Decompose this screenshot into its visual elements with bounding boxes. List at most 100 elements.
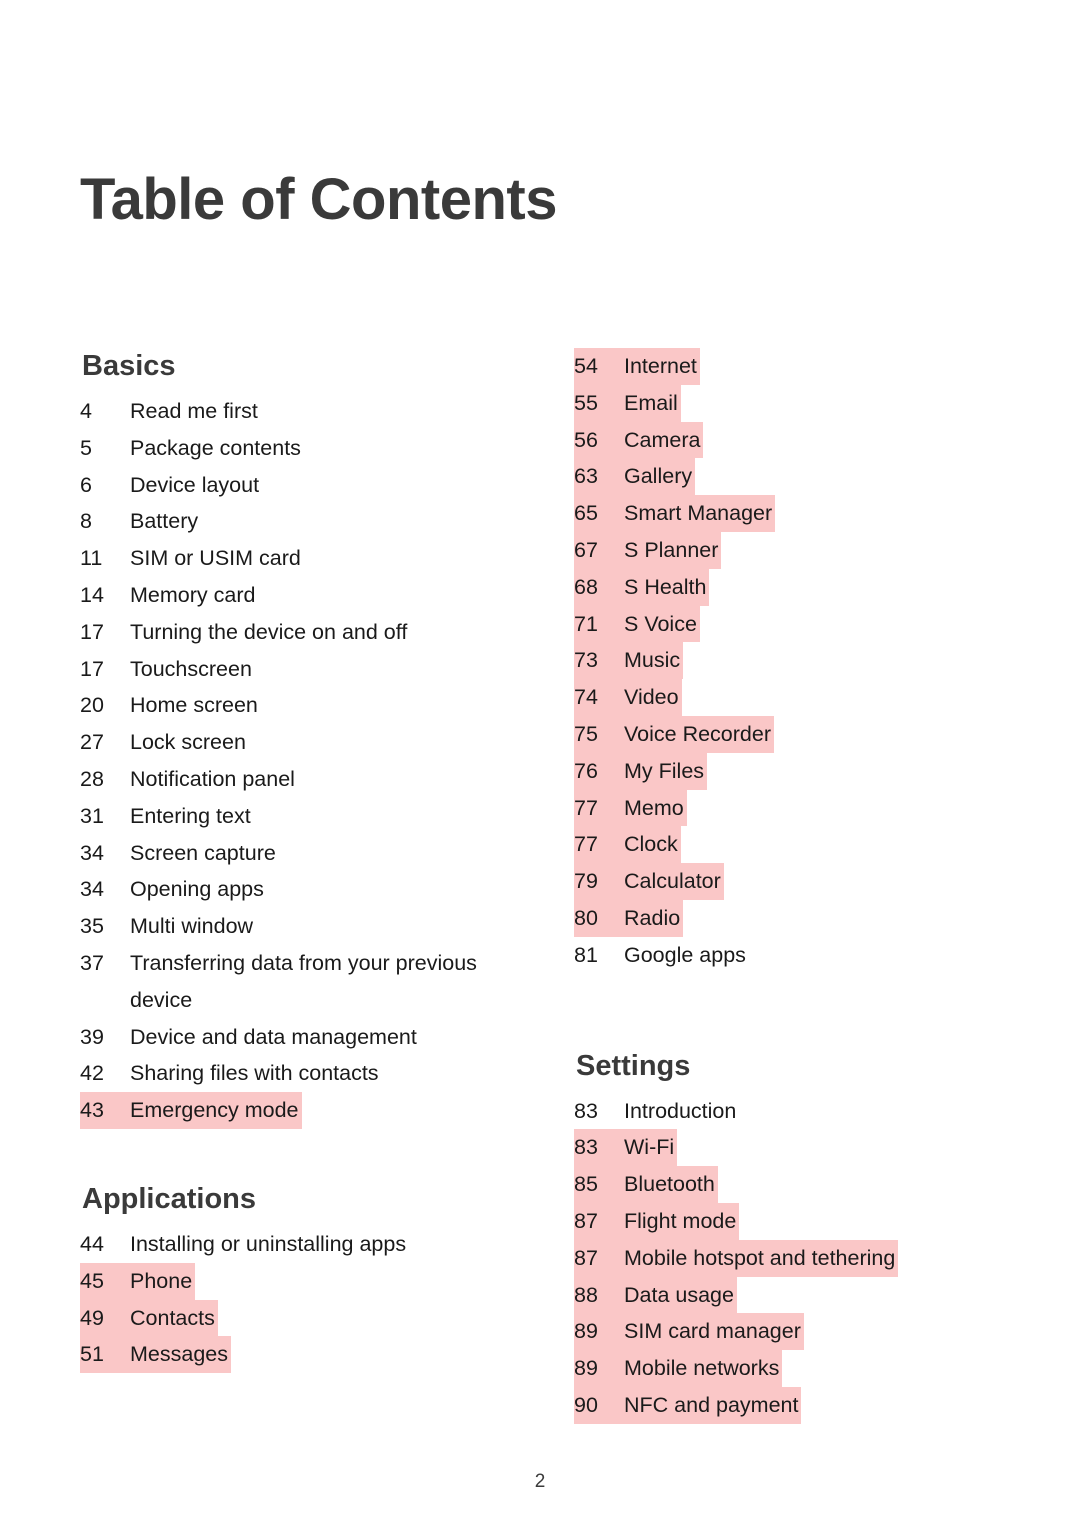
toc-entry-page-number: 87 (574, 1245, 598, 1270)
toc-entry-radio[interactable]: 80 Radio (574, 899, 990, 937)
entry-wrapper: 39 Device and data management (80, 1019, 420, 1056)
toc-entry-label: Memory card (130, 582, 256, 607)
toc-entry-email[interactable]: 55 Email (574, 384, 990, 422)
toc-entry-sim-card-manager[interactable]: 89 SIM card manager (574, 1313, 990, 1351)
toc-entry-wi-fi[interactable]: 83 Wi-Fi (574, 1129, 990, 1167)
highlight-marker: 88 Data usage (574, 1276, 737, 1314)
toc-entry-lock-screen[interactable]: 27 Lock screen (80, 724, 490, 761)
toc-entry-memo[interactable]: 77 Memo (574, 789, 990, 827)
toc-entry-page-number: 83 (574, 1098, 598, 1123)
toc-entry-page-number: 34 (80, 840, 104, 865)
toc-entry-label: Home screen (130, 693, 258, 718)
entry-wrapper: 34 Opening apps (80, 871, 267, 908)
toc-entry-nfc-and-payment[interactable]: 90 NFC and payment (574, 1386, 990, 1424)
highlight-marker: 63 Gallery (574, 458, 696, 496)
highlight-marker: 74 Video (574, 679, 682, 716)
toc-entry-contacts[interactable]: 49 Contacts (80, 1299, 490, 1337)
toc-entry-clock[interactable]: 77 Clock (574, 826, 990, 864)
toc-entry-label: Smart Manager (624, 501, 773, 526)
toc-entry-s-planner[interactable]: 67 S Planner (574, 531, 990, 569)
toc-entry-label: Video (624, 685, 679, 710)
toc-entry-multi-window[interactable]: 35 Multi window (80, 908, 490, 945)
entry-wrapper: 42 Sharing files with contacts (80, 1055, 382, 1092)
toc-entry-calculator[interactable]: 79 Calculator (574, 863, 990, 900)
toc-entry-introduction[interactable]: 83 Introduction (574, 1093, 990, 1130)
section-heading-settings: Settings (574, 1048, 990, 1084)
toc-entry-page-number: 39 (80, 1024, 104, 1049)
toc-entry-phone[interactable]: 45 Phone (80, 1262, 490, 1300)
entry-wrapper: 20 Home screen (80, 687, 261, 724)
toc-entry-package-contents[interactable]: 5 Package contents (80, 430, 490, 467)
toc-entry-emergency-mode[interactable]: 43 Emergency mode (80, 1092, 490, 1129)
toc-entry-camera[interactable]: 56 Camera (574, 421, 990, 459)
entry-wrapper: 34 Screen capture (80, 835, 279, 872)
toc-entry-mobile-hotspot-and-tethering[interactable]: 87 Mobile hotspot and tethering (574, 1239, 990, 1277)
entry-wrapper: 5 Package contents (80, 430, 304, 467)
toc-entry-entering-text[interactable]: 31 Entering text (80, 798, 490, 835)
toc-entry-music[interactable]: 73 Music (574, 642, 990, 680)
toc-entry-video[interactable]: 74 Video (574, 679, 990, 716)
toc-entry-installing-or-uninstalling-apps[interactable]: 44 Installing or uninstalling apps (80, 1226, 490, 1263)
highlight-marker: 75 Voice Recorder (574, 715, 774, 753)
highlight-marker: Settings (574, 1048, 693, 1084)
toc-entry-label: Phone (130, 1268, 193, 1293)
toc-entry-page-number: 34 (80, 877, 104, 902)
toc-entry-page-number: 56 (574, 427, 598, 452)
toc-entry-memory-card[interactable]: 14 Memory card (80, 577, 490, 614)
toc-entry-mobile-networks[interactable]: 89 Mobile networks (574, 1350, 990, 1387)
toc-entry-page-number: 27 (80, 730, 104, 755)
toc-entry-label: Emergency mode (130, 1098, 299, 1123)
toc-entry-label: Calculator (624, 869, 721, 894)
toc-entry-smart-manager[interactable]: 65 Smart Manager (574, 495, 990, 532)
toc-entry-page-number: 83 (574, 1135, 598, 1160)
toc-entry-flight-mode[interactable]: 87 Flight mode (574, 1202, 990, 1240)
toc-entry-label: Multi window (130, 914, 254, 939)
toc-entry-label: Wi-Fi (624, 1135, 675, 1160)
toc-entry-voice-recorder[interactable]: 75 Voice Recorder (574, 715, 990, 753)
toc-entry-label: Contacts (130, 1305, 215, 1330)
highlight-marker: 83 Wi-Fi (574, 1129, 678, 1167)
toc-entry-battery[interactable]: 8 Battery (80, 503, 490, 540)
highlight-marker: 77 Memo (574, 789, 687, 827)
toc-column-left: Basics 4 Read me first 5 Package contents 6 De… (0, 348, 490, 1374)
toc-entry-label: Transferring data from your previous dev… (130, 950, 477, 1012)
toc-entry-turning-the-device-on-and-off[interactable]: 17 Turning the device on and off (80, 614, 490, 651)
toc-entry-screen-capture[interactable]: 34 Screen capture (80, 835, 490, 872)
toc-entry-messages[interactable]: 51 Messages (80, 1336, 490, 1374)
toc-entry-label: Voice Recorder (624, 721, 771, 746)
toc-entry-page-number: 11 (80, 546, 103, 571)
toc-entry-label: Gallery (624, 464, 693, 489)
toc-entry-label: Radio (624, 905, 681, 930)
toc-entry-data-usage[interactable]: 88 Data usage (574, 1276, 990, 1314)
toc-entry-s-health[interactable]: 68 S Health (574, 568, 990, 606)
toc-entry-sim-or-usim-card[interactable]: 11 SIM or USIM card (80, 540, 490, 577)
toc-entry-label: Email (624, 390, 678, 415)
toc-entry-internet[interactable]: 54 Internet (574, 348, 990, 385)
toc-entry-label: Screen capture (130, 840, 276, 865)
entry-wrapper: 6 Device layout (80, 467, 262, 504)
toc-entry-label: S Planner (624, 537, 719, 562)
toc-entry-notification-panel[interactable]: 28 Notification panel (80, 761, 490, 798)
toc-entry-touchscreen[interactable]: 17 Touchscreen (80, 651, 490, 688)
highlight-marker: 49 Contacts (80, 1299, 218, 1337)
highlight-marker: 89 Mobile networks (574, 1350, 783, 1387)
toc-entry-page-number: 43 (80, 1098, 104, 1123)
toc-entry-page-number: 20 (80, 693, 104, 718)
toc-entry-google-apps[interactable]: 81 Google apps (574, 937, 990, 974)
toc-entry-bluetooth[interactable]: 85 Bluetooth (574, 1166, 990, 1203)
toc-entry-label: SIM card manager (624, 1319, 801, 1344)
toc-entry-label: Messages (130, 1342, 228, 1367)
toc-entry-label: Sharing files with contacts (130, 1061, 379, 1086)
toc-entry-device-and-data-management[interactable]: 39 Device and data management (80, 1019, 490, 1056)
toc-entry-opening-apps[interactable]: 34 Opening apps (80, 871, 490, 908)
toc-entry-transferring-data-from-your-previous-device[interactable]: 37 Transferring data from your previous d… (80, 945, 490, 1019)
toc-entry-page-number: 31 (80, 803, 104, 828)
toc-entry-read-me-first[interactable]: 4 Read me first (80, 393, 490, 430)
toc-entry-gallery[interactable]: 63 Gallery (574, 458, 990, 496)
toc-entry-s-voice[interactable]: 71 S Voice (574, 605, 990, 643)
toc-entry-home-screen[interactable]: 20 Home screen (80, 687, 490, 724)
toc-entry-page-number: 81 (574, 942, 598, 967)
toc-entry-sharing-files-with-contacts[interactable]: 42 Sharing files with contacts (80, 1055, 490, 1092)
toc-entry-my-files[interactable]: 76 My Files (574, 752, 990, 790)
toc-entry-device-layout[interactable]: 6 Device layout (80, 467, 490, 504)
